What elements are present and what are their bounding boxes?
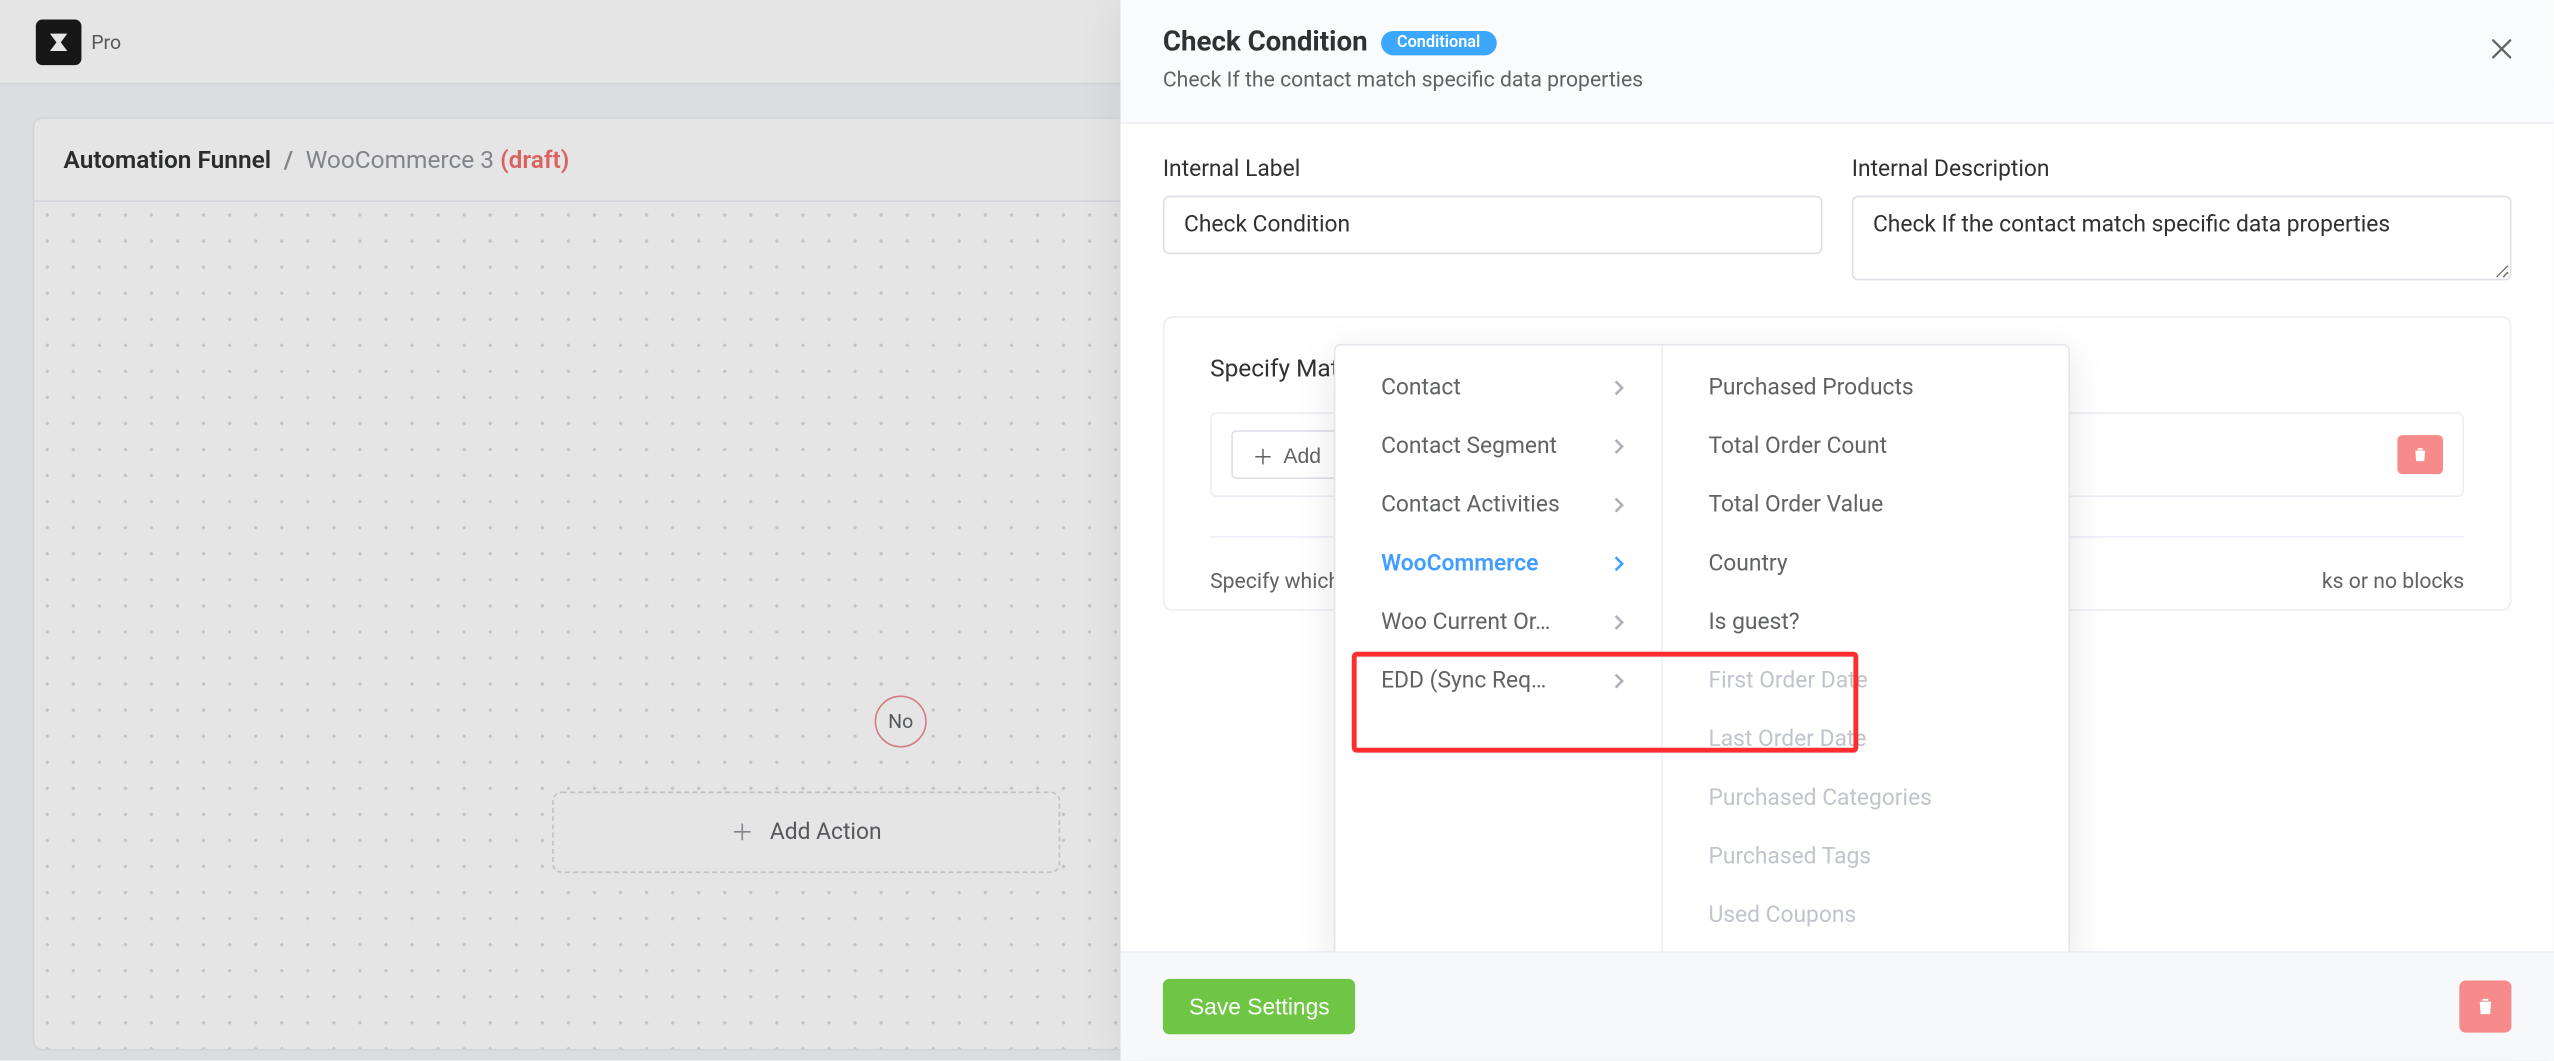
internal-label-label: Internal Label <box>1163 156 1823 182</box>
chevron-right-icon <box>1609 612 1629 632</box>
drawer-header: Check Condition Conditional Check If the… <box>1121 0 2554 124</box>
add-action-button[interactable]: ＋ Add Action <box>552 792 1060 873</box>
trash-icon <box>2410 445 2430 465</box>
condition-drawer: Check Condition Conditional Check If the… <box>1121 0 2554 1060</box>
chevron-right-icon <box>1609 378 1629 398</box>
cascade-item[interactable]: EDD (Sync Req… <box>1336 651 1662 710</box>
cascade-item-label: Contact Activities <box>1381 492 1560 518</box>
chevron-right-icon <box>1609 554 1629 574</box>
cascade-item[interactable]: First Order Date <box>1663 651 2069 710</box>
cascade-item[interactable]: Total Order Count <box>1663 417 2069 476</box>
close-button[interactable] <box>2482 29 2521 68</box>
delete-group-button[interactable] <box>2397 435 2443 474</box>
cascade-item[interactable]: Used Coupons <box>1663 886 2069 945</box>
delete-condition-button[interactable] <box>2459 980 2511 1032</box>
cascade-item-label: Contact Segment <box>1381 433 1557 459</box>
cascade-item-label: Total Order Value <box>1709 492 1884 518</box>
chevron-right-icon <box>1609 495 1629 515</box>
breadcrumb-funnel: WooCommerce 3 <box>306 145 494 174</box>
cascade-item-label: Country <box>1709 551 1788 577</box>
close-icon <box>2487 34 2516 63</box>
cascade-column-1: Contact Contact Segment Contact Activities… <box>1336 345 1662 951</box>
breadcrumb-root[interactable]: Automation Funnel <box>64 145 272 174</box>
chevron-right-icon <box>1609 671 1629 691</box>
cascade-item[interactable]: Contact Activities <box>1336 476 1662 535</box>
cascade-item[interactable]: Is guest? <box>1663 593 2069 652</box>
branch-no-pill: No <box>875 695 927 747</box>
cascade-item[interactable]: Purchased Tags <box>1663 827 2069 886</box>
cascade-item-label: EDD (Sync Req… <box>1381 668 1546 694</box>
cascade-item-label: First Order Date <box>1709 668 1868 694</box>
cascade-item[interactable]: Contact <box>1336 358 1662 417</box>
condition-type-cascade: Contact Contact Segment Contact Activities… <box>1334 344 2070 952</box>
add-condition-button[interactable]: ＋ Add <box>1231 430 1342 479</box>
app-logo-icon <box>36 19 82 65</box>
conditional-badge: Conditional <box>1381 30 1497 54</box>
add-action-label: Add Action <box>770 819 882 845</box>
cascade-item[interactable]: WooCommerce <box>1336 534 1662 593</box>
cascade-item-label: Last Order Date <box>1709 726 1867 752</box>
cascade-item-label: Woo Current Or… <box>1381 609 1550 635</box>
internal-description-label: Internal Description <box>1852 156 2512 182</box>
breadcrumb-status: (draft) <box>500 145 569 174</box>
cascade-item[interactable]: Last Order Date <box>1663 710 2069 769</box>
cascade-item[interactable]: Purchased Categories <box>1663 769 2069 828</box>
drawer-body: Internal Label Internal Description Chec… <box>1121 124 2554 951</box>
save-settings-button[interactable]: Save Settings <box>1163 979 1356 1034</box>
cascade-item-label: Is guest? <box>1709 609 1800 635</box>
internal-description-input[interactable]: Check If the contact match specific data… <box>1852 195 2512 280</box>
cascade-item[interactable]: Woo Current Or… <box>1336 593 1662 652</box>
cascade-item-label: WooCommerce <box>1381 551 1538 577</box>
cascade-item[interactable]: Total Order Value <box>1663 476 2069 535</box>
cascade-item-label: Purchased Products <box>1709 375 1914 401</box>
drawer-subtitle: Check If the contact match specific data… <box>1163 68 2512 92</box>
pro-label: Pro <box>91 30 121 53</box>
drawer-footer: Save Settings <box>1121 951 2554 1060</box>
cascade-item-label: Purchased Tags <box>1709 844 1872 870</box>
chevron-right-icon <box>1609 436 1629 456</box>
cascade-item-label: Purchased Categories <box>1709 785 1932 811</box>
cascade-item[interactable]: Purchased Products <box>1663 358 2069 417</box>
cascade-item-label: Contact <box>1381 375 1461 401</box>
drawer-title: Check Condition <box>1163 26 1368 59</box>
breadcrumb-sep: / <box>284 145 293 174</box>
cascade-item-label: Used Coupons <box>1709 902 1857 928</box>
cascade-item-label: Total Order Count <box>1709 433 1888 459</box>
internal-label-input[interactable] <box>1163 195 1823 254</box>
trash-icon <box>2474 995 2497 1018</box>
plus-icon: ＋ <box>731 816 754 849</box>
cascade-item[interactable]: Contact Segment <box>1336 417 1662 476</box>
cascade-item[interactable]: Country <box>1663 534 2069 593</box>
plus-icon: ＋ <box>1252 439 1273 470</box>
cascade-column-2: Purchased Products Total Order Count Total… <box>1661 345 2068 951</box>
